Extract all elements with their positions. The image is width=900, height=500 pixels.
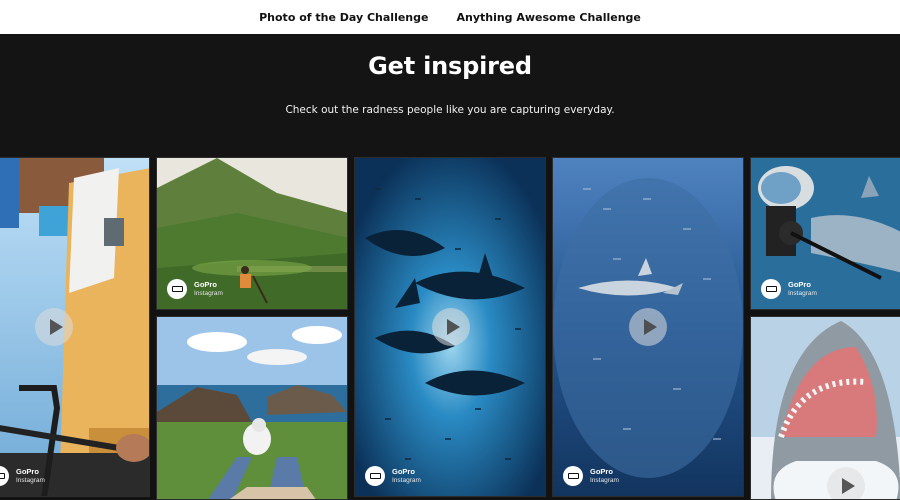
source-label: Instagram <box>194 289 223 297</box>
gallery-tile-hiker[interactable]: GoPro Instagram <box>156 157 348 310</box>
gallery-tile-fish-ball[interactable]: GoPro Instagram <box>552 157 744 497</box>
play-icon[interactable] <box>827 467 865 499</box>
page-title: Get inspired <box>368 52 532 80</box>
tile-attribution: GoPro Instagram <box>365 466 421 486</box>
gallery-tile-great-white[interactable] <box>750 316 900 500</box>
page-subtitle: Check out the radness people like you ar… <box>285 104 615 116</box>
gopro-avatar-icon <box>761 279 781 299</box>
play-icon[interactable] <box>432 308 470 346</box>
tile-attribution: GoPro Instagram <box>167 279 223 299</box>
source-label: Instagram <box>788 289 817 297</box>
gallery-tile-sharks-school[interactable]: GoPro Instagram <box>354 157 546 497</box>
top-navigation: Photo of the Day Challenge Anything Awes… <box>0 0 900 34</box>
source-label: Instagram <box>16 476 45 484</box>
tile-image <box>751 317 900 499</box>
gopro-avatar-icon <box>0 466 9 486</box>
nav-link-anything-awesome[interactable]: Anything Awesome Challenge <box>456 11 640 24</box>
hero-section: Get inspired Check out the radness peopl… <box>0 34 900 158</box>
author-name: GoPro <box>194 279 217 289</box>
tile-image <box>157 317 347 499</box>
gopro-avatar-icon <box>563 466 583 486</box>
author-name: GoPro <box>788 279 811 289</box>
gallery-tile-coast[interactable] <box>156 316 348 500</box>
nav-link-photo-of-the-day[interactable]: Photo of the Day Challenge <box>259 11 428 24</box>
play-icon[interactable] <box>35 308 73 346</box>
author-name: GoPro <box>392 466 415 476</box>
author-name: GoPro <box>590 466 613 476</box>
gallery-tile-diver-shark[interactable]: GoPro Instagram <box>750 157 900 310</box>
source-label: Instagram <box>590 476 619 484</box>
tile-attribution: GoPro Instagram <box>0 466 45 486</box>
author-name: GoPro <box>16 466 39 476</box>
tile-image <box>0 158 149 496</box>
tile-attribution: GoPro Instagram <box>761 279 817 299</box>
gallery-tile-bike[interactable]: GoPro Instagram <box>0 157 150 497</box>
gopro-avatar-icon <box>365 466 385 486</box>
tile-attribution: GoPro Instagram <box>563 466 619 486</box>
play-icon[interactable] <box>629 308 667 346</box>
source-label: Instagram <box>392 476 421 484</box>
gopro-avatar-icon <box>167 279 187 299</box>
